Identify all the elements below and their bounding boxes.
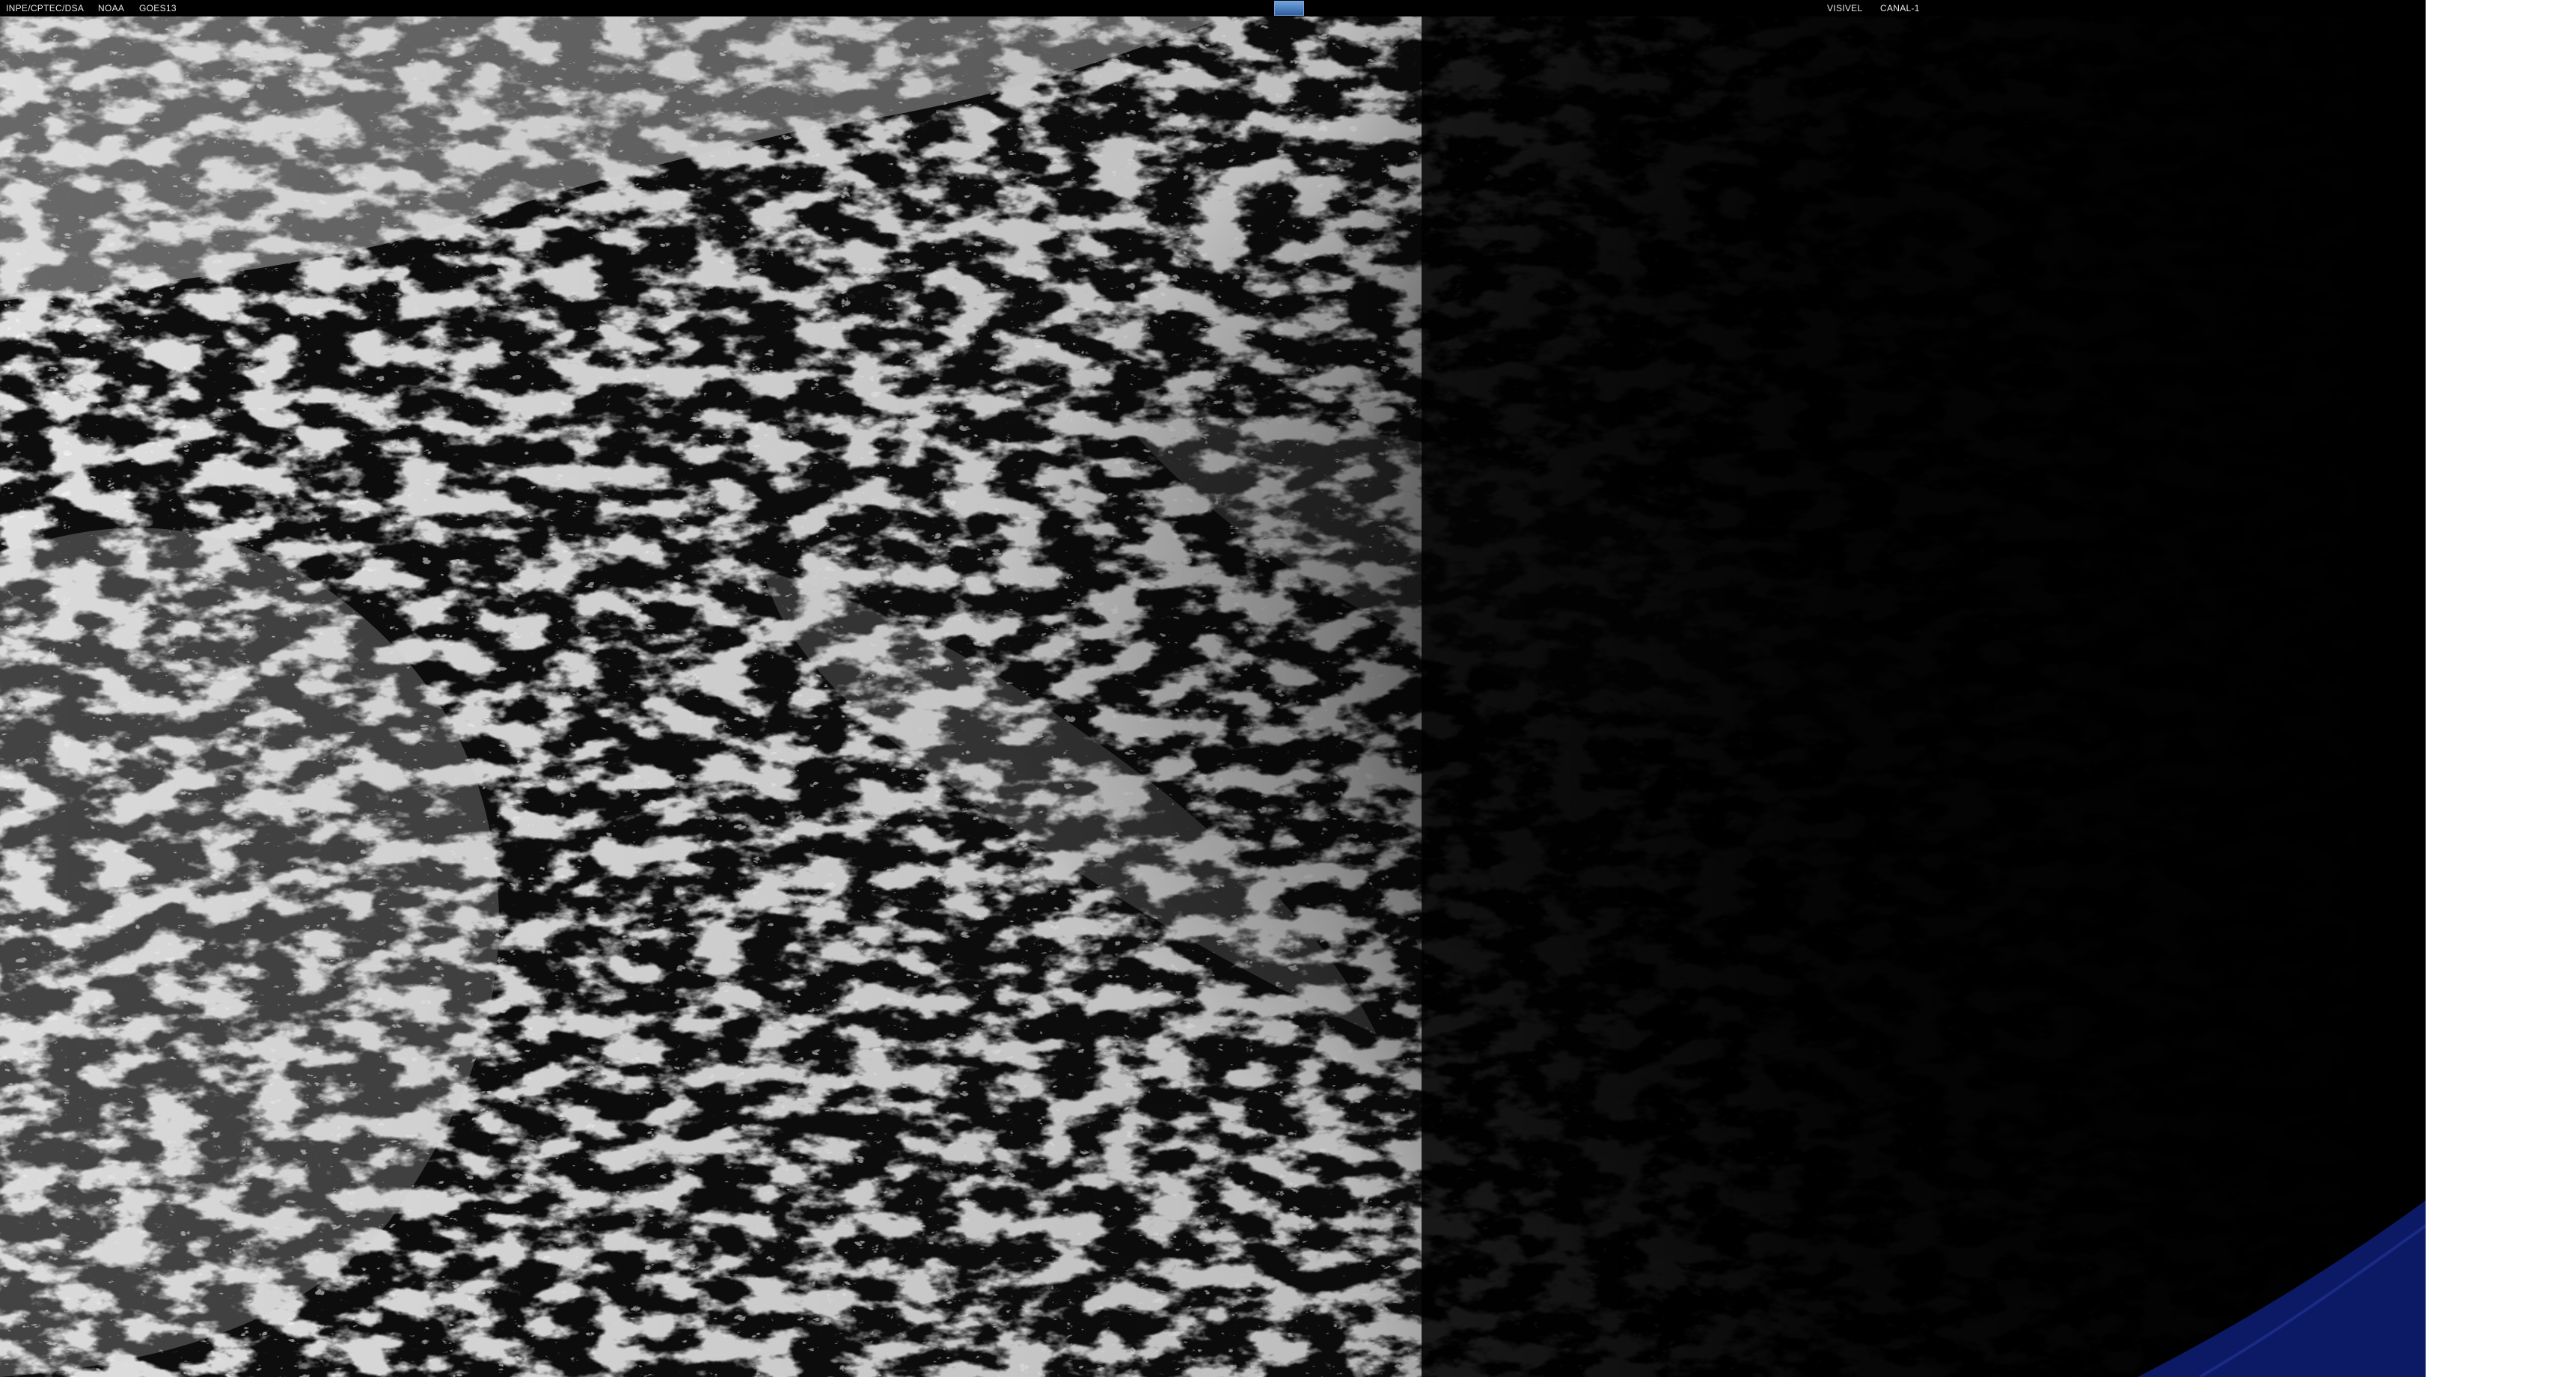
satellite-frame: INPE/CPTEC/DSA NOAA GOES13 VISIVEL CANAL… [0, 0, 2426, 1377]
image-header: INPE/CPTEC/DSA NOAA GOES13 VISIVEL CANAL… [0, 0, 2426, 16]
right-blank-panel [2426, 16, 2576, 1377]
partner-label: NOAA [98, 3, 125, 13]
cptec-logo-icon [1274, 1, 1304, 16]
channel-label: CANAL-1 [1880, 3, 1920, 13]
satellite-image [0, 16, 2426, 1377]
product-label: VISIVEL [1827, 3, 1863, 13]
satellite-label: GOES13 [139, 3, 177, 13]
satellite-viewer: INPE/CPTEC/DSA NOAA GOES13 VISIVEL CANAL… [0, 0, 2576, 1377]
agency-label: INPE/CPTEC/DSA [6, 3, 85, 13]
